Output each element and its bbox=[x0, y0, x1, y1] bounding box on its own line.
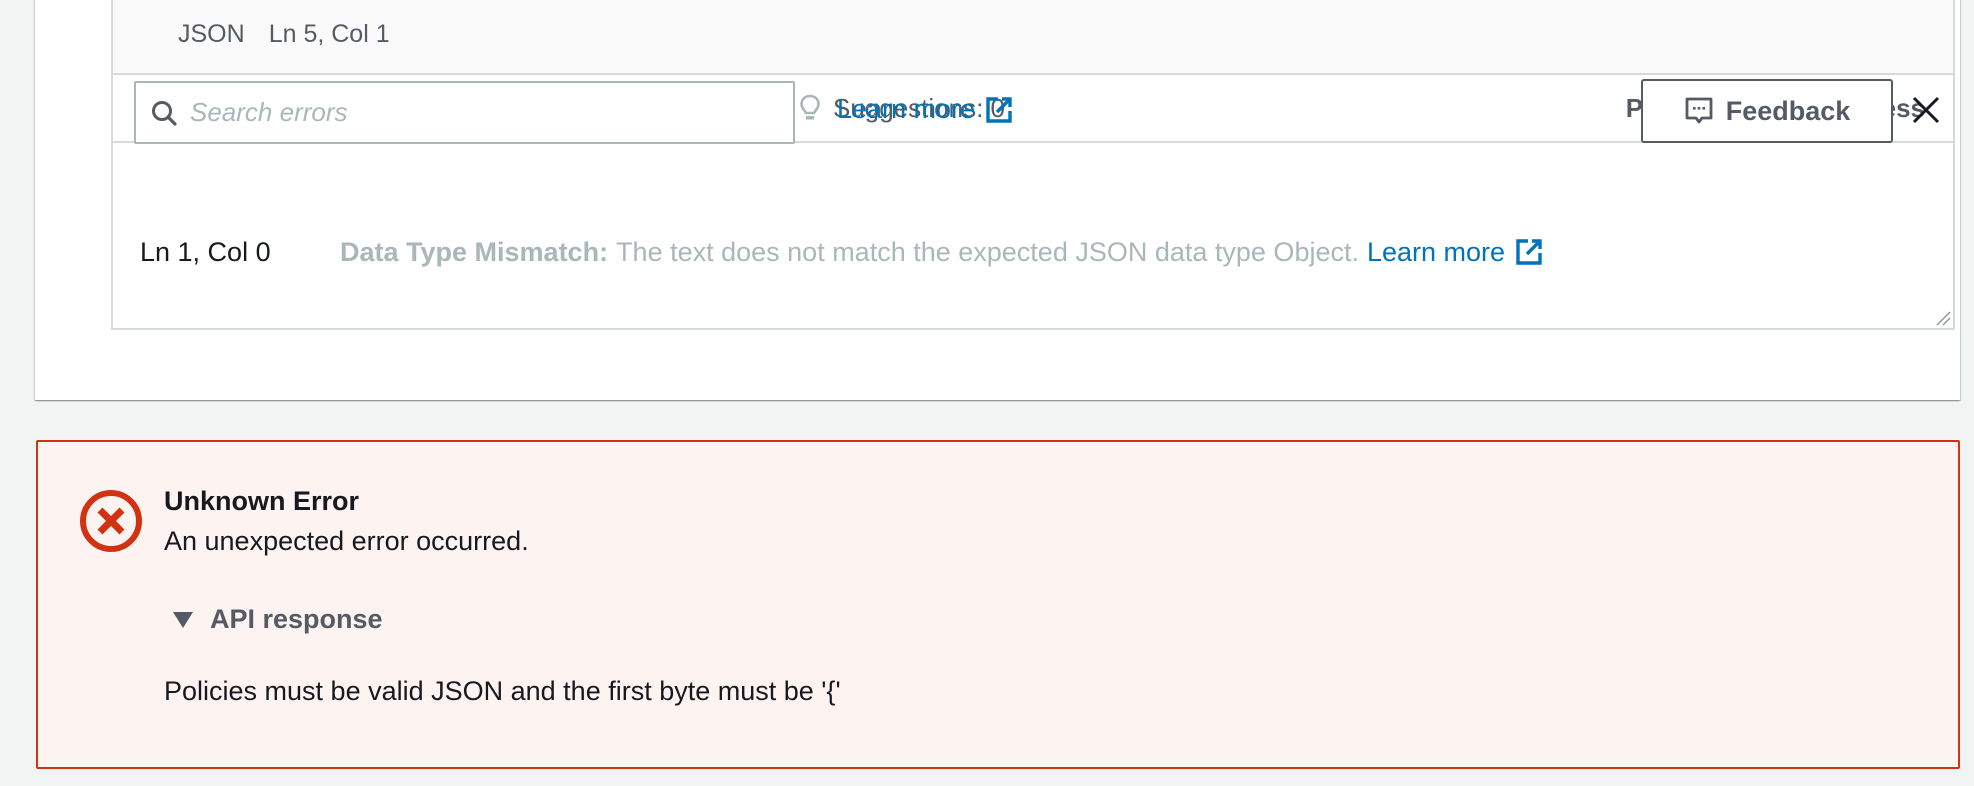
expander-label: API response bbox=[210, 604, 383, 634]
error-alert: Unknown Error An unexpected error occurr… bbox=[36, 440, 1960, 769]
error-message: Data Type Mismatch: The text does not ma… bbox=[340, 237, 1543, 268]
language-indicator: JSON bbox=[178, 19, 245, 48]
search-icon bbox=[150, 99, 178, 127]
feedback-icon bbox=[1684, 96, 1714, 126]
lightbulb-icon bbox=[795, 93, 825, 123]
search-errors-input[interactable] bbox=[190, 97, 770, 128]
error-description: The text does not match the expected JSO… bbox=[616, 236, 1359, 267]
learn-more-link[interactable]: Learn more bbox=[837, 94, 1013, 125]
error-location[interactable]: Ln 1, Col 0 bbox=[140, 237, 271, 268]
policy-editor-card: JSON Ln 5, Col 1 Security: 0 Errors: 1 bbox=[35, 0, 1960, 400]
caret-down-icon bbox=[172, 611, 194, 629]
editor-status-bar: JSON Ln 5, Col 1 bbox=[113, 0, 1953, 73]
close-validation-panel-button[interactable] bbox=[1906, 90, 1946, 130]
cursor-position: Ln 5, Col 1 bbox=[268, 19, 390, 48]
close-icon bbox=[1911, 95, 1941, 125]
learn-more-label: Learn more bbox=[837, 94, 976, 124]
policy-editor: JSON Ln 5, Col 1 Security: 0 Errors: 1 bbox=[111, 0, 1955, 330]
alert-title: Unknown Error bbox=[164, 486, 360, 516]
api-response-message: Policies must be valid JSON and the firs… bbox=[164, 676, 841, 706]
external-link-icon bbox=[985, 96, 1013, 124]
error-type: Data Type Mismatch: bbox=[340, 236, 609, 267]
feedback-label: Feedback bbox=[1725, 95, 1851, 126]
resize-handle[interactable] bbox=[1935, 310, 1951, 326]
search-errors-field[interactable] bbox=[134, 81, 795, 144]
alert-description: An unexpected error occurred. bbox=[164, 526, 529, 556]
feedback-button[interactable]: Feedback bbox=[1641, 79, 1893, 143]
error-learn-more-label: Learn more bbox=[1366, 236, 1506, 267]
error-learn-more-link[interactable]: Learn more bbox=[1367, 237, 1543, 268]
api-response-expander[interactable]: API response bbox=[172, 604, 383, 635]
error-circle-icon bbox=[78, 488, 144, 554]
external-link-icon bbox=[1515, 238, 1543, 266]
